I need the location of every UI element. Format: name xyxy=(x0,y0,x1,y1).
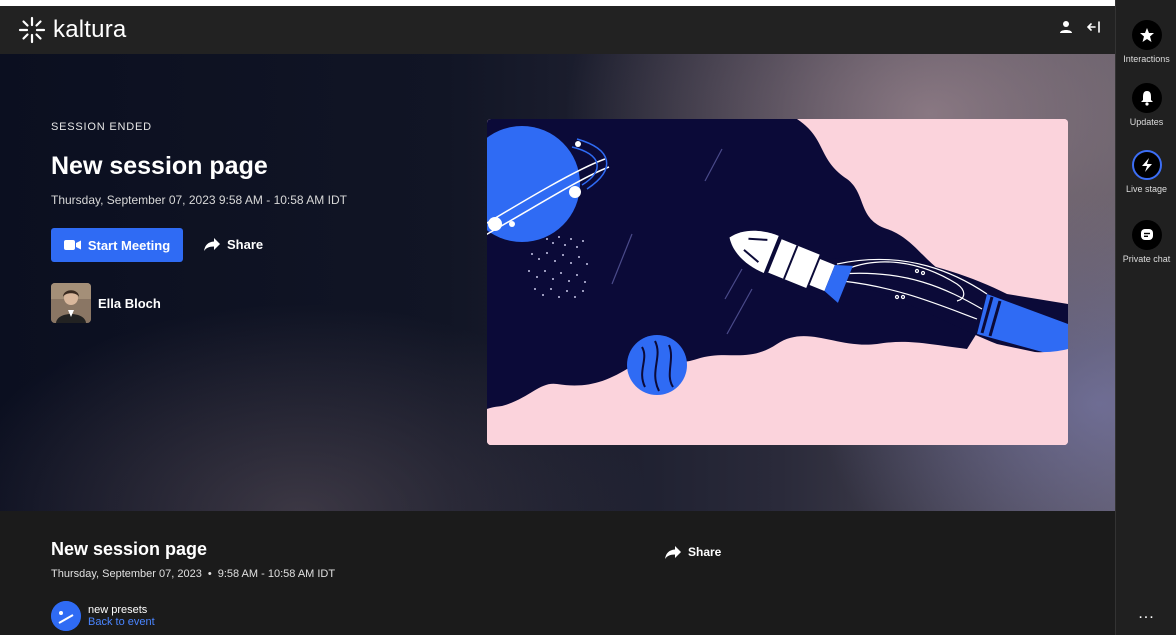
sidebar-item-label: Live stage xyxy=(1125,184,1168,194)
details-datetime: Thursday, September 07, 2023 • 9:58 AM -… xyxy=(51,568,335,580)
share-button[interactable]: Share xyxy=(204,237,263,252)
sidebar-item-label: Updates xyxy=(1129,117,1164,127)
session-datetime: Thursday, September 07, 2023 9:58 AM - 1… xyxy=(51,193,347,207)
header-actions xyxy=(1059,20,1101,34)
details-bullet: • xyxy=(207,568,212,580)
right-sidebar: Interactions Updates Live stage Private … xyxy=(1115,0,1176,635)
sidebar-item-label: Interactions xyxy=(1123,54,1170,64)
preset-name: new presets xyxy=(88,604,148,616)
back-to-event-link[interactable]: Back to event xyxy=(88,616,155,628)
session-hero: SESSION ENDED New session page Thursday,… xyxy=(0,54,1115,511)
more-options-button[interactable]: ... xyxy=(1116,605,1176,623)
details-date: Thursday, September 07, 2023 xyxy=(51,568,202,580)
preset-avatar xyxy=(51,601,81,631)
details-share-button[interactable]: Share xyxy=(665,545,721,559)
start-meeting-button[interactable]: Start Meeting xyxy=(51,228,183,262)
session-title: New session page xyxy=(51,152,268,180)
top-bar: kaltura xyxy=(0,0,1115,54)
sidebar-item-label: Private chat xyxy=(1122,254,1171,264)
speaker-name: Ella Bloch xyxy=(98,295,161,311)
share-label: Share xyxy=(688,545,722,559)
kaltura-logo[interactable]: kaltura xyxy=(17,15,126,45)
star-icon xyxy=(1131,20,1162,50)
bell-icon xyxy=(1131,83,1162,113)
event-preset: new presets Back to event xyxy=(51,601,155,631)
sidebar-item-updates[interactable]: Updates xyxy=(1116,83,1176,127)
sidebar-item-interactions[interactable]: Interactions xyxy=(1116,20,1176,64)
sidebar-item-live-stage[interactable]: Live stage xyxy=(1116,150,1176,194)
logo-text: kaltura xyxy=(53,16,127,43)
speaker-avatar xyxy=(51,283,91,323)
share-arrow-icon xyxy=(204,238,220,251)
video-camera-icon xyxy=(63,240,81,250)
share-label: Share xyxy=(227,237,264,252)
session-thumbnail xyxy=(487,119,1068,445)
user-icon[interactable] xyxy=(1059,20,1073,34)
start-meeting-label: Start Meeting xyxy=(87,237,171,253)
session-details: New session page Thursday, September 07,… xyxy=(0,511,1115,635)
chat-icon xyxy=(1131,220,1162,250)
details-title: New session page xyxy=(51,539,208,559)
bolt-icon xyxy=(1131,150,1162,180)
sidebar-item-private-chat[interactable]: Private chat xyxy=(1116,220,1176,264)
kaltura-logo-mark-icon xyxy=(18,16,46,44)
session-status: SESSION ENDED xyxy=(51,121,152,133)
share-arrow-icon xyxy=(665,545,681,559)
speaker[interactable]: Ella Bloch xyxy=(51,283,161,323)
logout-icon[interactable] xyxy=(1087,20,1101,34)
details-time: 9:58 AM - 10:58 AM IDT xyxy=(217,568,336,580)
